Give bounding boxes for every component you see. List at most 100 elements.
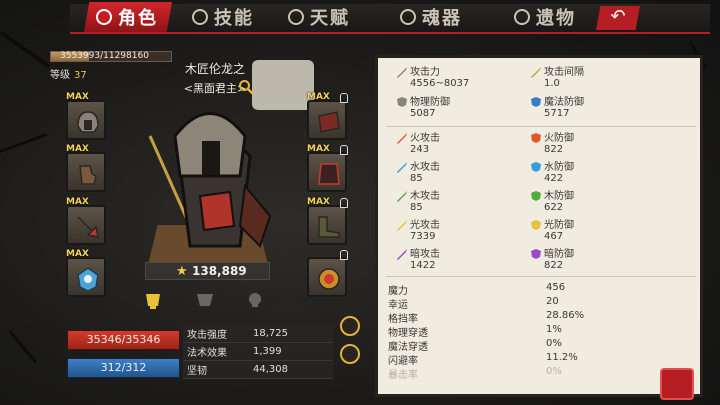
shield-icon	[397, 97, 407, 107]
stat-label: 水攻击	[410, 162, 440, 173]
character-tab-icon	[96, 9, 112, 25]
level-value: 37	[74, 70, 87, 81]
stat-value: 20	[546, 296, 559, 307]
element-attack-icon	[397, 249, 407, 260]
stat-label: 火防御	[544, 133, 574, 144]
stat-label: 闪避率	[388, 356, 418, 367]
stat-label: 幸运	[388, 300, 408, 311]
helmet-icon	[77, 111, 99, 133]
stat-value: 0%	[546, 338, 562, 349]
equip-slot-helmet[interactable]: MAX	[66, 92, 106, 140]
stat-label: 坚韧	[187, 366, 207, 377]
mini-stats-table: 攻击强度 18,725 法术效果 1,399 坚韧 44,308	[183, 325, 333, 379]
star-icon: ★	[176, 264, 188, 279]
tab-label: 角色	[118, 8, 158, 29]
stat-label: 魔法防御	[544, 97, 584, 108]
thorn-decoration	[8, 330, 37, 364]
stat-value: 822	[544, 144, 564, 155]
stat-value: 85	[410, 173, 423, 184]
hp-bar: 35346/35346	[67, 330, 180, 350]
lock-icon	[340, 93, 348, 103]
mini-stat-row: 攻击强度 18,725	[183, 325, 333, 343]
hero-character-icon	[148, 112, 272, 248]
secondary-stat-row: 物理穿透 1%	[388, 324, 698, 339]
thorn-decoration	[0, 132, 48, 153]
equip-slot-bracer[interactable]: MAX	[307, 92, 348, 140]
profile-card-button[interactable]	[660, 368, 694, 400]
gloves-icon	[79, 165, 97, 185]
stat-element-attack: 水攻击 85	[410, 162, 440, 184]
armor-set-icon[interactable]	[142, 291, 164, 309]
back-button[interactable]: ↶	[596, 6, 640, 30]
tab-character[interactable]: 角色	[96, 4, 158, 30]
stat-label: 物理防御	[410, 97, 450, 108]
tab-talent[interactable]: 天赋	[288, 4, 350, 30]
thorn-decoration	[0, 30, 51, 69]
tab-label: 技能	[214, 8, 254, 29]
stat-label: 魔法穿透	[388, 342, 428, 353]
stat-value: 822	[544, 260, 564, 271]
divider	[386, 276, 696, 277]
element-attack-icon	[397, 162, 407, 173]
experience-text: 3553993/11298160	[60, 51, 149, 61]
stat-label: 光防御	[544, 220, 574, 231]
tab-soul-vessel[interactable]: 魂器	[400, 4, 462, 30]
equip-slot-armor[interactable]: MAX	[307, 144, 348, 192]
stat-value: 1422	[410, 260, 436, 271]
stat-label: 光攻击	[410, 220, 440, 231]
stat-label: 攻击间隔	[544, 67, 584, 78]
stat-element-attack: 火攻击 243	[410, 133, 440, 155]
element-defense-icon	[531, 220, 541, 230]
stat-value: 5087	[410, 108, 436, 119]
magic-shield-icon	[531, 97, 541, 107]
max-badge: MAX	[307, 197, 330, 207]
stat-value: 0%	[546, 366, 562, 377]
atom-icon[interactable]	[340, 344, 360, 364]
stat-value: 1.0	[544, 78, 560, 89]
sword-icon	[397, 67, 407, 78]
tab-skills[interactable]: 技能	[192, 4, 254, 30]
bracer-icon	[318, 111, 340, 133]
secondary-stat-row: 闪避率 11.2%	[388, 352, 698, 367]
stat-magic-defense: 魔法防御 5717	[544, 97, 584, 119]
secondary-stat-row: 幸运 20	[388, 296, 698, 311]
max-badge: MAX	[66, 249, 89, 259]
skull-icon[interactable]	[244, 291, 266, 309]
equip-slot-accessory[interactable]: MAX	[66, 249, 106, 297]
stat-label: 木攻击	[410, 191, 440, 202]
element-attack-icon	[397, 191, 407, 202]
magnifier-icon[interactable]	[238, 79, 254, 95]
element-defense-icon	[531, 133, 541, 143]
stat-value: 422	[544, 173, 564, 184]
equip-slot-amulet[interactable]	[307, 250, 348, 297]
stat-value: 622	[544, 202, 564, 213]
stat-element-attack: 光攻击 7339	[410, 220, 440, 242]
boots-icon	[318, 216, 340, 238]
stat-label: 攻击力	[410, 67, 440, 78]
stat-element-defense: 光防御 467	[544, 220, 574, 242]
secondary-stat-row: 格挡率 28.86%	[388, 310, 698, 325]
equip-slot-gloves[interactable]: MAX	[66, 144, 106, 192]
stat-value: 4556~8037	[410, 78, 470, 89]
secondary-stat-row: 魔力 456	[388, 282, 698, 297]
equip-slot-weapon[interactable]: MAX	[66, 197, 106, 245]
stat-element-attack: 暗攻击 1422	[410, 249, 440, 271]
stat-value: 7339	[410, 231, 436, 242]
element-defense-icon	[531, 249, 541, 259]
cape-icon[interactable]	[194, 291, 216, 309]
stat-physical-defense: 物理防御 5087	[410, 97, 450, 119]
secondary-stat-row: 暴击率 0%	[388, 366, 698, 381]
stat-value: 28.86%	[546, 310, 585, 321]
max-badge: MAX	[66, 197, 89, 207]
tab-relics[interactable]: 遗物	[514, 4, 576, 30]
upgrade-icon[interactable]	[340, 316, 360, 336]
stat-value: 18,725	[253, 328, 288, 339]
mini-stat-row: 坚韧 44,308	[183, 361, 333, 379]
equip-slot-boots[interactable]: MAX	[307, 197, 348, 245]
stat-value: 44,308	[253, 364, 288, 375]
stat-label: 木防御	[544, 191, 574, 202]
stat-label: 火攻击	[410, 133, 440, 144]
stat-element-defense: 暗防御 822	[544, 249, 574, 271]
relics-tab-icon	[514, 9, 530, 25]
max-badge: MAX	[307, 92, 330, 102]
